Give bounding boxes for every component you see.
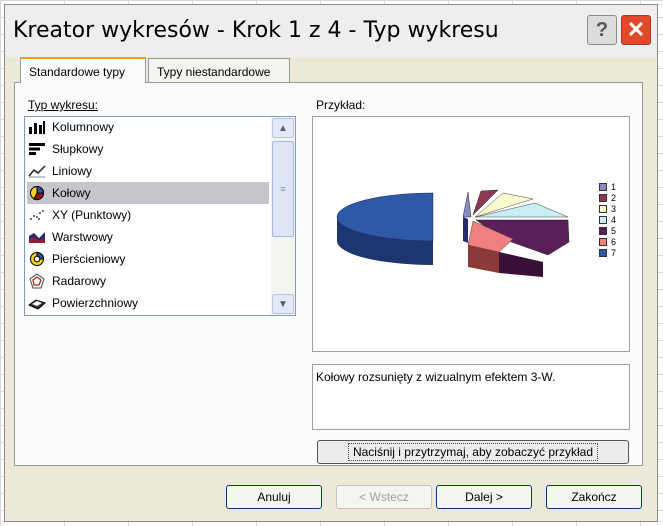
preview-label: Przykład: [316, 98, 366, 112]
legend-swatch [599, 237, 607, 246]
sample-button-label: Naciśnij i przytrzymaj, aby zobaczyć prz… [347, 443, 599, 461]
legend-swatch [599, 193, 607, 202]
legend-entry: 6 [599, 236, 616, 247]
chart-type-list[interactable]: Kolumnowy Słupkowy Liniowy Kołowy XY (Pu… [24, 116, 296, 316]
list-item-radar[interactable]: Radarowy [27, 270, 269, 292]
back-button[interactable]: < Wstecz [336, 485, 432, 509]
radar-chart-icon [27, 273, 47, 289]
press-and-hold-sample-button[interactable]: Naciśnij i przytrzymaj, aby zobaczyć prz… [317, 440, 629, 464]
legend-entry: 5 [599, 225, 616, 236]
chart-type-label-text: Typ wykresu: [28, 98, 99, 112]
list-item-label: Kolumnowy [52, 120, 115, 134]
list-item-label: XY (Punktowy) [52, 208, 132, 222]
legend-entry: 2 [599, 192, 616, 203]
legend-swatch [599, 215, 607, 224]
list-item-doughnut[interactable]: Pierścieniowy [27, 248, 269, 270]
list-item-bar[interactable]: Słupkowy [27, 138, 269, 160]
legend-label: 1 [611, 181, 617, 192]
list-item-label: Słupkowy [52, 142, 104, 156]
list-item-surface[interactable]: Powierzchniowy [27, 292, 269, 314]
list-item-pie[interactable]: Kołowy [27, 182, 269, 204]
legend-label: 5 [611, 225, 617, 236]
legend-label: 6 [611, 236, 617, 247]
chart-description: Kołowy rozsunięty z wizualnym efektem 3-… [312, 364, 630, 430]
title-bar[interactable]: Kreator wykresów - Krok 1 z 4 - Typ wykr… [5, 5, 657, 57]
chart-preview: 1 2 3 4 5 6 7 [312, 116, 630, 352]
column-chart-icon [27, 119, 47, 135]
list-item-label: Liniowy [52, 164, 93, 178]
cancel-button[interactable]: Anuluj [226, 485, 322, 509]
help-button[interactable]: ? [587, 15, 617, 45]
legend-swatch [599, 182, 607, 191]
close-button[interactable]: ✕ [621, 15, 651, 45]
list-item-scatter[interactable]: XY (Punktowy) [27, 204, 269, 226]
tab-standard-types[interactable]: Standardowe typy [20, 57, 146, 83]
bar-chart-icon [27, 141, 47, 157]
exploded-3d-pie-chart [336, 189, 570, 277]
legend-label: 4 [611, 214, 617, 225]
chart-type-label: Typ wykresu: [28, 98, 98, 112]
legend-label: 3 [611, 203, 617, 214]
finish-button[interactable]: Zakończ [546, 485, 642, 509]
legend-swatch [599, 204, 607, 213]
scroll-down-icon[interactable]: ▼ [272, 294, 294, 314]
tab-custom-types[interactable]: Typy niestandardowe [148, 58, 290, 82]
pie-chart-icon [27, 185, 47, 201]
scroll-up-icon[interactable]: ▲ [272, 118, 294, 138]
chart-legend: 1 2 3 4 5 6 7 [599, 181, 616, 258]
legend-entry: 7 [599, 247, 616, 258]
list-item-label: Pierścieniowy [52, 252, 126, 266]
window-title: Kreator wykresów - Krok 1 z 4 - Typ wykr… [13, 18, 499, 43]
list-item-label: Radarowy [52, 274, 107, 288]
scatter-chart-icon [27, 207, 47, 223]
legend-entry: 3 [599, 203, 616, 214]
list-item-label: Kołowy [52, 186, 91, 200]
list-item-label: Powierzchniowy [52, 296, 139, 310]
doughnut-chart-icon [27, 251, 47, 267]
legend-swatch [599, 226, 607, 235]
legend-entry: 4 [599, 214, 616, 225]
legend-swatch [599, 248, 607, 257]
list-item-label: Warstwowy [52, 230, 113, 244]
legend-entry: 1 [599, 181, 616, 192]
list-item-column[interactable]: Kolumnowy [27, 116, 269, 138]
legend-label: 2 [611, 192, 617, 203]
list-item-area[interactable]: Warstwowy [27, 226, 269, 248]
legend-label: 7 [611, 247, 617, 258]
next-button[interactable]: Dalej > [436, 485, 532, 509]
line-chart-icon [27, 163, 47, 179]
list-scrollbar[interactable]: ▲ ≡ ▼ [271, 117, 295, 315]
surface-chart-icon [27, 295, 47, 311]
area-chart-icon [27, 229, 47, 245]
list-item-line[interactable]: Liniowy [27, 160, 269, 182]
scroll-thumb[interactable]: ≡ [272, 141, 294, 237]
